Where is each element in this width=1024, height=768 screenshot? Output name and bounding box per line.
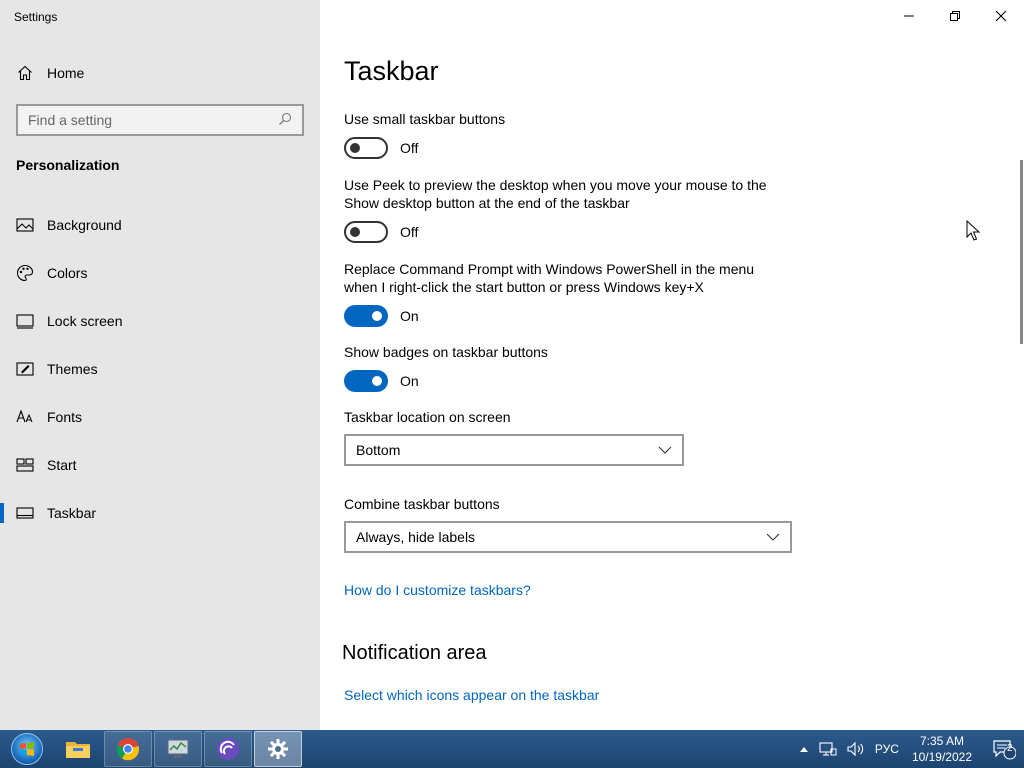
mouse-cursor-icon: [966, 219, 982, 247]
network-icon[interactable]: [819, 741, 837, 757]
customize-help-link[interactable]: How do I customize taskbars?: [344, 582, 531, 598]
sidebar-item-taskbar[interactable]: Taskbar: [0, 489, 320, 537]
setting-label: Replace Command Prompt with Windows Powe…: [344, 261, 755, 295]
search-box[interactable]: Find a setting: [16, 104, 304, 136]
taskbar-bittorrent[interactable]: [204, 731, 252, 767]
taskbar-chrome[interactable]: [104, 731, 152, 767]
combine-buttons-dropdown[interactable]: Always, hide labels: [344, 521, 792, 553]
start-button[interactable]: [0, 730, 54, 768]
clock-time: 7:35 AM: [919, 734, 964, 748]
setting-label: Show badges on taskbar buttons: [344, 344, 548, 360]
sidebar-item-background[interactable]: Background: [0, 201, 320, 249]
sidebar-item-label: Background: [47, 217, 122, 233]
page-title: Taskbar: [344, 56, 439, 86]
dropdown-value: Always, hide labels: [356, 529, 476, 545]
sidebar-item-start[interactable]: Start: [0, 441, 320, 489]
peek-toggle[interactable]: Off: [344, 221, 418, 243]
bittorrent-icon: [217, 738, 239, 760]
brush-icon: [16, 360, 34, 378]
search-icon[interactable]: [278, 112, 292, 129]
notification-count-badge: 2: [1007, 743, 1013, 754]
taskbar: РУС 7:35 AM 10/19/2022 2: [0, 730, 1024, 768]
home-nav-item[interactable]: Home: [16, 62, 84, 84]
taskbar-location-dropdown[interactable]: Bottom: [344, 434, 684, 466]
sidebar-item-colors[interactable]: Colors: [0, 249, 320, 297]
search-input[interactable]: Find a setting: [28, 112, 278, 128]
font-icon: [16, 408, 34, 426]
sidebar-item-lock-screen[interactable]: Lock screen: [0, 297, 320, 345]
toggle-state: On: [400, 373, 419, 389]
badges-toggle[interactable]: On: [344, 370, 419, 392]
taskbar-icon: [16, 504, 34, 522]
language-indicator[interactable]: РУС: [875, 742, 899, 756]
toggle-switch[interactable]: [344, 137, 388, 159]
sidebar-item-themes[interactable]: Themes: [0, 345, 320, 393]
sidebar-item-label: Fonts: [47, 409, 83, 425]
sidebar-item-label: Colors: [47, 265, 88, 281]
windows-logo-icon: [11, 733, 43, 765]
toggle-state: Off: [400, 140, 419, 156]
volume-icon[interactable]: [847, 741, 865, 757]
sidebar-item-fonts[interactable]: Fonts: [0, 393, 320, 441]
start-icon: [16, 456, 34, 474]
settings-gear-icon: [268, 739, 288, 759]
setting-label: Use Peek to preview the desktop when you…: [344, 177, 767, 211]
picture-icon: [16, 216, 34, 234]
clock-date: 10/19/2022: [911, 750, 972, 764]
sidebar-item-label: Themes: [47, 361, 98, 377]
select-icons-link[interactable]: Select which icons appear on the taskbar: [344, 687, 599, 703]
clock[interactable]: 7:35 AM 10/19/2022: [912, 733, 972, 765]
toggle-switch[interactable]: [344, 370, 388, 392]
sidebar-nav: Background Colors Lock screen Themes Fon…: [0, 201, 320, 537]
taskbar-task-manager[interactable]: [154, 731, 202, 767]
lock-screen-icon: [16, 312, 34, 330]
home-icon: [16, 64, 34, 82]
small-buttons-toggle[interactable]: Off: [344, 137, 418, 159]
combine-label: Combine taskbar buttons: [344, 496, 500, 512]
notification-area-heading: Notification area: [342, 642, 487, 664]
action-center-button[interactable]: 2: [984, 730, 1024, 768]
location-label: Taskbar location on screen: [344, 409, 511, 425]
scrollbar-thumb[interactable]: [1020, 160, 1023, 344]
chevron-down-icon: [766, 533, 780, 541]
sidebar: Settings Home Find a setting Personaliza…: [0, 0, 320, 730]
taskbar-settings[interactable]: [254, 731, 302, 767]
system-tray: РУС 7:35 AM 10/19/2022 2: [794, 730, 1024, 768]
taskbar-file-explorer[interactable]: [54, 731, 102, 767]
app-title: Settings: [14, 10, 58, 24]
sidebar-item-label: Taskbar: [47, 505, 97, 521]
sidebar-item-label: Lock screen: [47, 313, 123, 329]
home-label: Home: [47, 65, 85, 81]
main-content: Taskbar Use small taskbar buttons Off Us…: [320, 0, 1024, 730]
toggle-state: On: [400, 308, 419, 324]
toggle-switch[interactable]: [344, 305, 388, 327]
toggle-switch[interactable]: [344, 221, 388, 243]
chevron-down-icon: [658, 446, 672, 454]
section-title: Personalization: [16, 157, 120, 173]
sidebar-item-label: Start: [47, 457, 77, 473]
file-explorer-icon: [66, 742, 90, 758]
palette-icon: [16, 264, 34, 282]
task-manager-icon: [167, 739, 189, 758]
dropdown-value: Bottom: [356, 442, 401, 458]
setting-label: Use small taskbar buttons: [344, 111, 506, 127]
chevron-up-icon[interactable]: [799, 745, 809, 753]
powershell-toggle[interactable]: On: [344, 305, 419, 327]
toggle-state: Off: [400, 224, 419, 240]
chrome-icon: [116, 738, 140, 761]
